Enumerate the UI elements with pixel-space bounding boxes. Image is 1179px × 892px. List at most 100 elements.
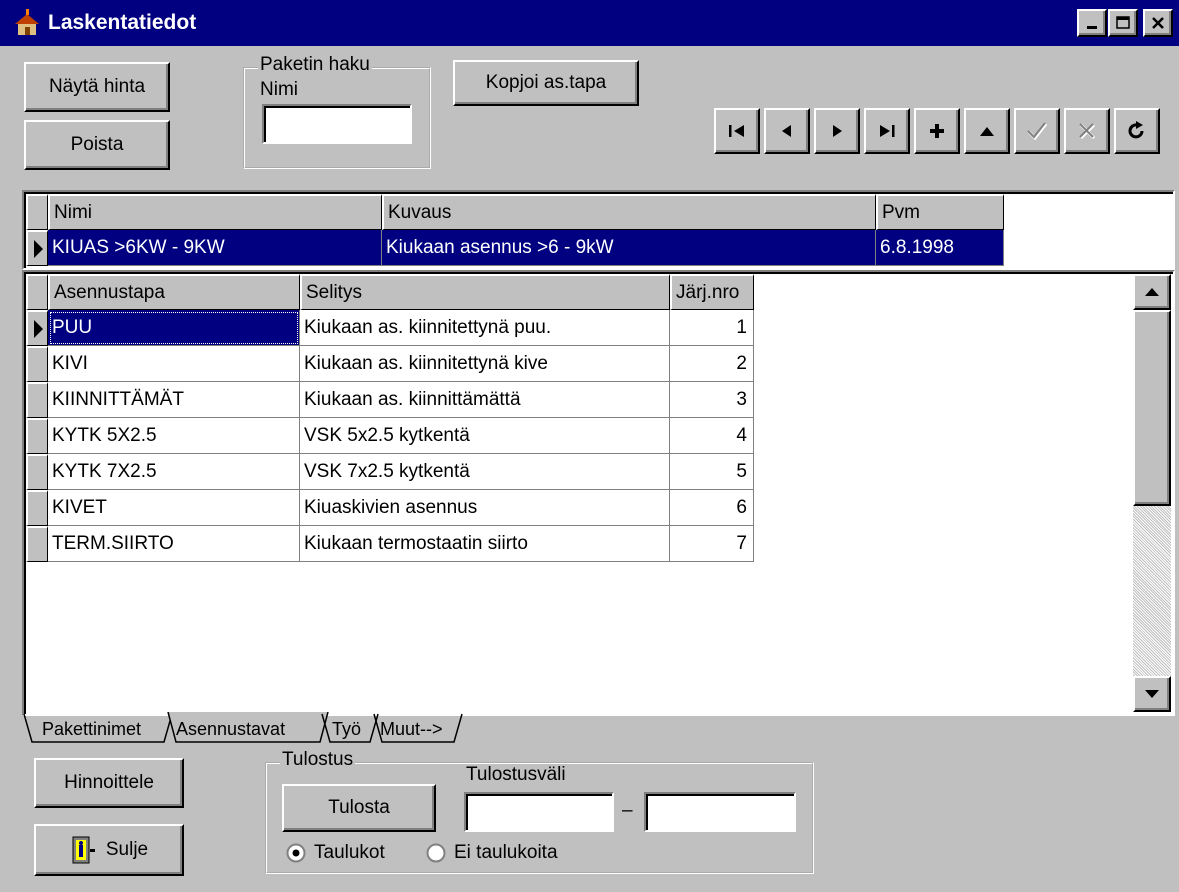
column-header-selitys[interactable]: Selitys bbox=[300, 274, 670, 310]
radio-tables[interactable]: Taulukot bbox=[286, 842, 385, 864]
nav-last-button[interactable] bbox=[864, 108, 910, 154]
tab-tyo[interactable]: Työ bbox=[328, 714, 365, 744]
maximize-button[interactable] bbox=[1108, 9, 1138, 37]
table-cell[interactable]: KYTK 7X2.5 bbox=[48, 454, 300, 490]
up-triangle-icon bbox=[980, 127, 994, 136]
current-row-icon bbox=[34, 319, 43, 338]
radio-no-tables-label: Ei taulukoita bbox=[454, 842, 558, 863]
table-cell[interactable]: 6 bbox=[670, 490, 754, 526]
package-name-input[interactable] bbox=[262, 104, 412, 144]
exit-door-icon bbox=[72, 836, 95, 864]
table-cell[interactable]: KIINNITTÄMÄT bbox=[48, 382, 300, 418]
nav-post-button[interactable] bbox=[1014, 108, 1060, 154]
column-header-jarj-nro[interactable]: Järj.nro bbox=[670, 274, 754, 310]
table-cell[interactable]: Kiuaskivien asennus bbox=[300, 490, 670, 526]
nav-delete-button[interactable] bbox=[964, 108, 1010, 154]
tab-asennustavat[interactable]: Asennustavat bbox=[172, 714, 289, 744]
column-header-pvm[interactable]: Pvm bbox=[876, 194, 1004, 230]
table-cell[interactable]: KIVI bbox=[48, 346, 300, 382]
row-indicator[interactable] bbox=[26, 346, 48, 382]
table-cell[interactable]: Kiukaan as. kiinnitettynä kive bbox=[300, 346, 670, 382]
prior-record-icon bbox=[782, 125, 791, 137]
delete-label: Poista bbox=[70, 134, 124, 155]
maximize-icon bbox=[1116, 16, 1130, 29]
scroll-down-icon bbox=[1145, 690, 1159, 698]
refresh-icon bbox=[1128, 121, 1144, 139]
table-cell[interactable]: 1 bbox=[670, 310, 754, 346]
table-cell[interactable]: KIUAS >6KW - 9KW bbox=[48, 230, 382, 266]
table-cell[interactable]: 2 bbox=[670, 346, 754, 382]
print-button[interactable]: Tulosta bbox=[282, 784, 436, 832]
delete-button[interactable]: Poista bbox=[24, 120, 170, 170]
plus-icon bbox=[930, 124, 944, 138]
cancel-x-icon bbox=[1079, 123, 1096, 140]
print-range-separator: – bbox=[622, 800, 633, 821]
table-cell[interactable]: Kiukaan as. kiinnittämättä bbox=[300, 382, 670, 418]
close-button[interactable]: Sulje bbox=[34, 824, 184, 876]
row-indicator[interactable] bbox=[26, 230, 48, 266]
row-indicator[interactable] bbox=[26, 310, 48, 346]
close-window-button[interactable] bbox=[1143, 9, 1173, 37]
table-cell[interactable]: Kiukaan asennus >6 - 9kW bbox=[382, 230, 876, 266]
show-price-button[interactable]: Näytä hinta bbox=[24, 62, 170, 112]
radio-checked-icon bbox=[286, 843, 306, 863]
radio-tables-label: Taulukot bbox=[314, 842, 385, 863]
table-cell[interactable]: Kiukaan as. kiinnitettynä puu. bbox=[300, 310, 670, 346]
table-cell[interactable]: 7 bbox=[670, 526, 754, 562]
title-bar: Laskentatiedot bbox=[0, 0, 1179, 46]
row-indicator[interactable] bbox=[26, 418, 48, 454]
table-cell[interactable]: PUU bbox=[48, 310, 300, 346]
scroll-up-icon bbox=[1145, 288, 1159, 296]
column-header-kuvaus[interactable]: Kuvaus bbox=[382, 194, 876, 230]
radio-no-tables[interactable]: Ei taulukoita bbox=[426, 842, 558, 864]
scroll-down-button[interactable] bbox=[1133, 676, 1171, 712]
table-cell[interactable]: 6.8.1998 bbox=[876, 230, 1004, 266]
tab-pakettinimet[interactable]: Pakettinimet bbox=[38, 714, 145, 744]
table-cell[interactable]: 5 bbox=[670, 454, 754, 490]
table-cell[interactable]: Kiukaan termostaatin siirto bbox=[300, 526, 670, 562]
row-indicator[interactable] bbox=[26, 526, 48, 562]
print-range-label: Tulostusväli bbox=[466, 764, 566, 785]
column-header-asennustapa[interactable]: Asennustapa bbox=[48, 274, 300, 310]
table-cell[interactable]: 4 bbox=[670, 418, 754, 454]
price-button[interactable]: Hinnoittele bbox=[34, 758, 184, 808]
vertical-scrollbar[interactable] bbox=[1133, 274, 1171, 712]
print-group-label: Tulostus bbox=[280, 749, 356, 771]
print-range-to-input[interactable] bbox=[644, 792, 796, 832]
scroll-thumb[interactable] bbox=[1133, 310, 1171, 506]
minimize-icon bbox=[1087, 26, 1097, 29]
row-indicator[interactable] bbox=[26, 490, 48, 526]
nav-cancel-button[interactable] bbox=[1064, 108, 1110, 154]
table-cell[interactable]: KYTK 5X2.5 bbox=[48, 418, 300, 454]
copy-method-button[interactable]: Kopjoi as.tapa bbox=[453, 60, 639, 106]
copy-method-label: Kopjoi as.tapa bbox=[485, 72, 607, 93]
package-name-label: Nimi bbox=[260, 79, 298, 100]
nav-prior-button[interactable] bbox=[764, 108, 810, 154]
app-icon bbox=[12, 8, 42, 38]
nav-next-button[interactable] bbox=[814, 108, 860, 154]
nav-refresh-button[interactable] bbox=[1114, 108, 1160, 154]
package-grid-corner bbox=[26, 194, 48, 230]
table-cell[interactable]: VSK 5x2.5 kytkentä bbox=[300, 418, 670, 454]
show-price-label: Näytä hinta bbox=[48, 76, 146, 97]
table-cell[interactable]: 3 bbox=[670, 382, 754, 418]
nav-first-button[interactable] bbox=[714, 108, 760, 154]
column-header-nimi[interactable]: Nimi bbox=[48, 194, 382, 230]
scroll-up-button[interactable] bbox=[1133, 274, 1171, 310]
row-indicator[interactable] bbox=[26, 382, 48, 418]
print-range-from-input[interactable] bbox=[464, 792, 614, 832]
method-grid[interactable]: Asennustapa Selitys Järj.nro PUU Kiukaan … bbox=[22, 270, 1175, 716]
minimize-button[interactable] bbox=[1077, 9, 1107, 37]
row-indicator[interactable] bbox=[26, 454, 48, 490]
table-cell[interactable]: VSK 7x2.5 kytkentä bbox=[300, 454, 670, 490]
table-cell[interactable]: KIVET bbox=[48, 490, 300, 526]
print-label: Tulosta bbox=[328, 797, 390, 818]
nav-insert-button[interactable] bbox=[914, 108, 960, 154]
first-record-icon bbox=[729, 125, 744, 137]
next-record-icon bbox=[833, 125, 842, 137]
tab-muut[interactable]: Muut--> bbox=[376, 714, 447, 744]
table-cell[interactable]: TERM.SIIRTO bbox=[48, 526, 300, 562]
package-grid[interactable]: Nimi Kuvaus Pvm KIUAS >6KW - 9KW Kiukaan… bbox=[22, 190, 1175, 270]
current-row-icon bbox=[34, 239, 43, 258]
package-search-group-label: Paketin haku bbox=[258, 54, 372, 76]
